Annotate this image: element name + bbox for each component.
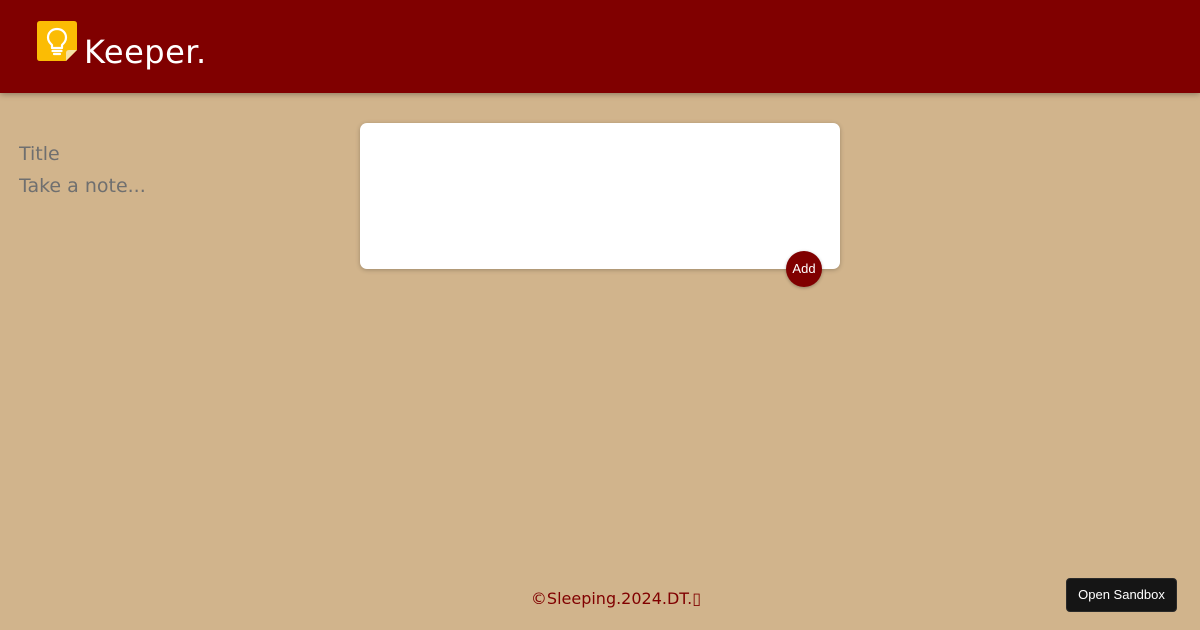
footer-copyright: ©Sleeping.2024.DT.▯ [530,589,702,608]
app-title: Keeper. [84,33,207,71]
app-header: Keeper. [0,0,1200,93]
note-content-input[interactable] [19,173,459,253]
lightbulb-note-icon [37,21,77,61]
title-input[interactable] [19,141,459,167]
add-note-button[interactable]: Add [786,251,822,287]
open-sandbox-button[interactable]: Open Sandbox [1066,578,1177,612]
